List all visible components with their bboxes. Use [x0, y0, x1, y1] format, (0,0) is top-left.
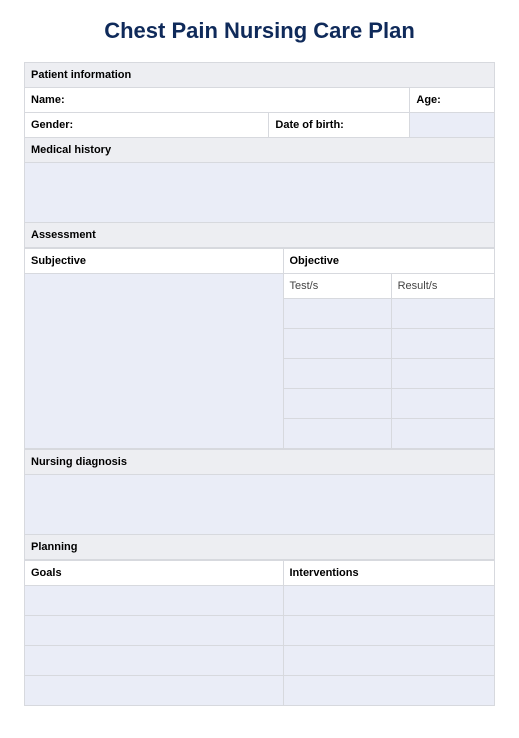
- subjective-label: Subjective: [25, 249, 284, 274]
- result-cell[interactable]: [391, 419, 494, 449]
- test-cell[interactable]: [283, 419, 391, 449]
- dob-label: Date of birth:: [269, 113, 410, 138]
- age-label: Age:: [410, 88, 495, 113]
- goal-cell[interactable]: [25, 616, 284, 646]
- gender-label: Gender:: [25, 113, 269, 138]
- nursing-diagnosis-header: Nursing diagnosis: [25, 450, 495, 475]
- name-label: Name:: [25, 88, 410, 113]
- patient-info-table: Patient information Name: Age: Gender: D…: [24, 62, 495, 248]
- medical-history-area[interactable]: [25, 163, 495, 223]
- test-cell[interactable]: [283, 329, 391, 359]
- patient-info-header: Patient information: [25, 63, 495, 88]
- intervention-cell[interactable]: [283, 616, 495, 646]
- goals-label: Goals: [25, 561, 284, 586]
- result-cell[interactable]: [391, 329, 494, 359]
- intervention-cell[interactable]: [283, 676, 495, 706]
- result-cell[interactable]: [391, 299, 494, 329]
- test-cell[interactable]: [283, 359, 391, 389]
- goal-cell[interactable]: [25, 586, 284, 616]
- test-cell[interactable]: [283, 299, 391, 329]
- tests-col-header: Test/s: [283, 274, 391, 299]
- interventions-label: Interventions: [283, 561, 495, 586]
- result-cell[interactable]: [391, 389, 494, 419]
- nursing-diagnosis-table: Nursing diagnosis Planning: [24, 449, 495, 560]
- test-cell[interactable]: [283, 389, 391, 419]
- nursing-diagnosis-area[interactable]: [25, 475, 495, 535]
- planning-table: Goals Interventions: [24, 560, 495, 706]
- assessment-table: Subjective Objective Test/s Result/s: [24, 248, 495, 449]
- goal-cell[interactable]: [25, 676, 284, 706]
- assessment-header: Assessment: [25, 223, 495, 248]
- goal-cell[interactable]: [25, 646, 284, 676]
- dob-value[interactable]: [410, 113, 495, 138]
- planning-header: Planning: [25, 535, 495, 560]
- subjective-area[interactable]: [25, 274, 284, 449]
- result-cell[interactable]: [391, 359, 494, 389]
- intervention-cell[interactable]: [283, 646, 495, 676]
- objective-label: Objective: [283, 249, 495, 274]
- page-title: Chest Pain Nursing Care Plan: [24, 18, 495, 44]
- results-col-header: Result/s: [391, 274, 494, 299]
- intervention-cell[interactable]: [283, 586, 495, 616]
- medical-history-header: Medical history: [25, 138, 495, 163]
